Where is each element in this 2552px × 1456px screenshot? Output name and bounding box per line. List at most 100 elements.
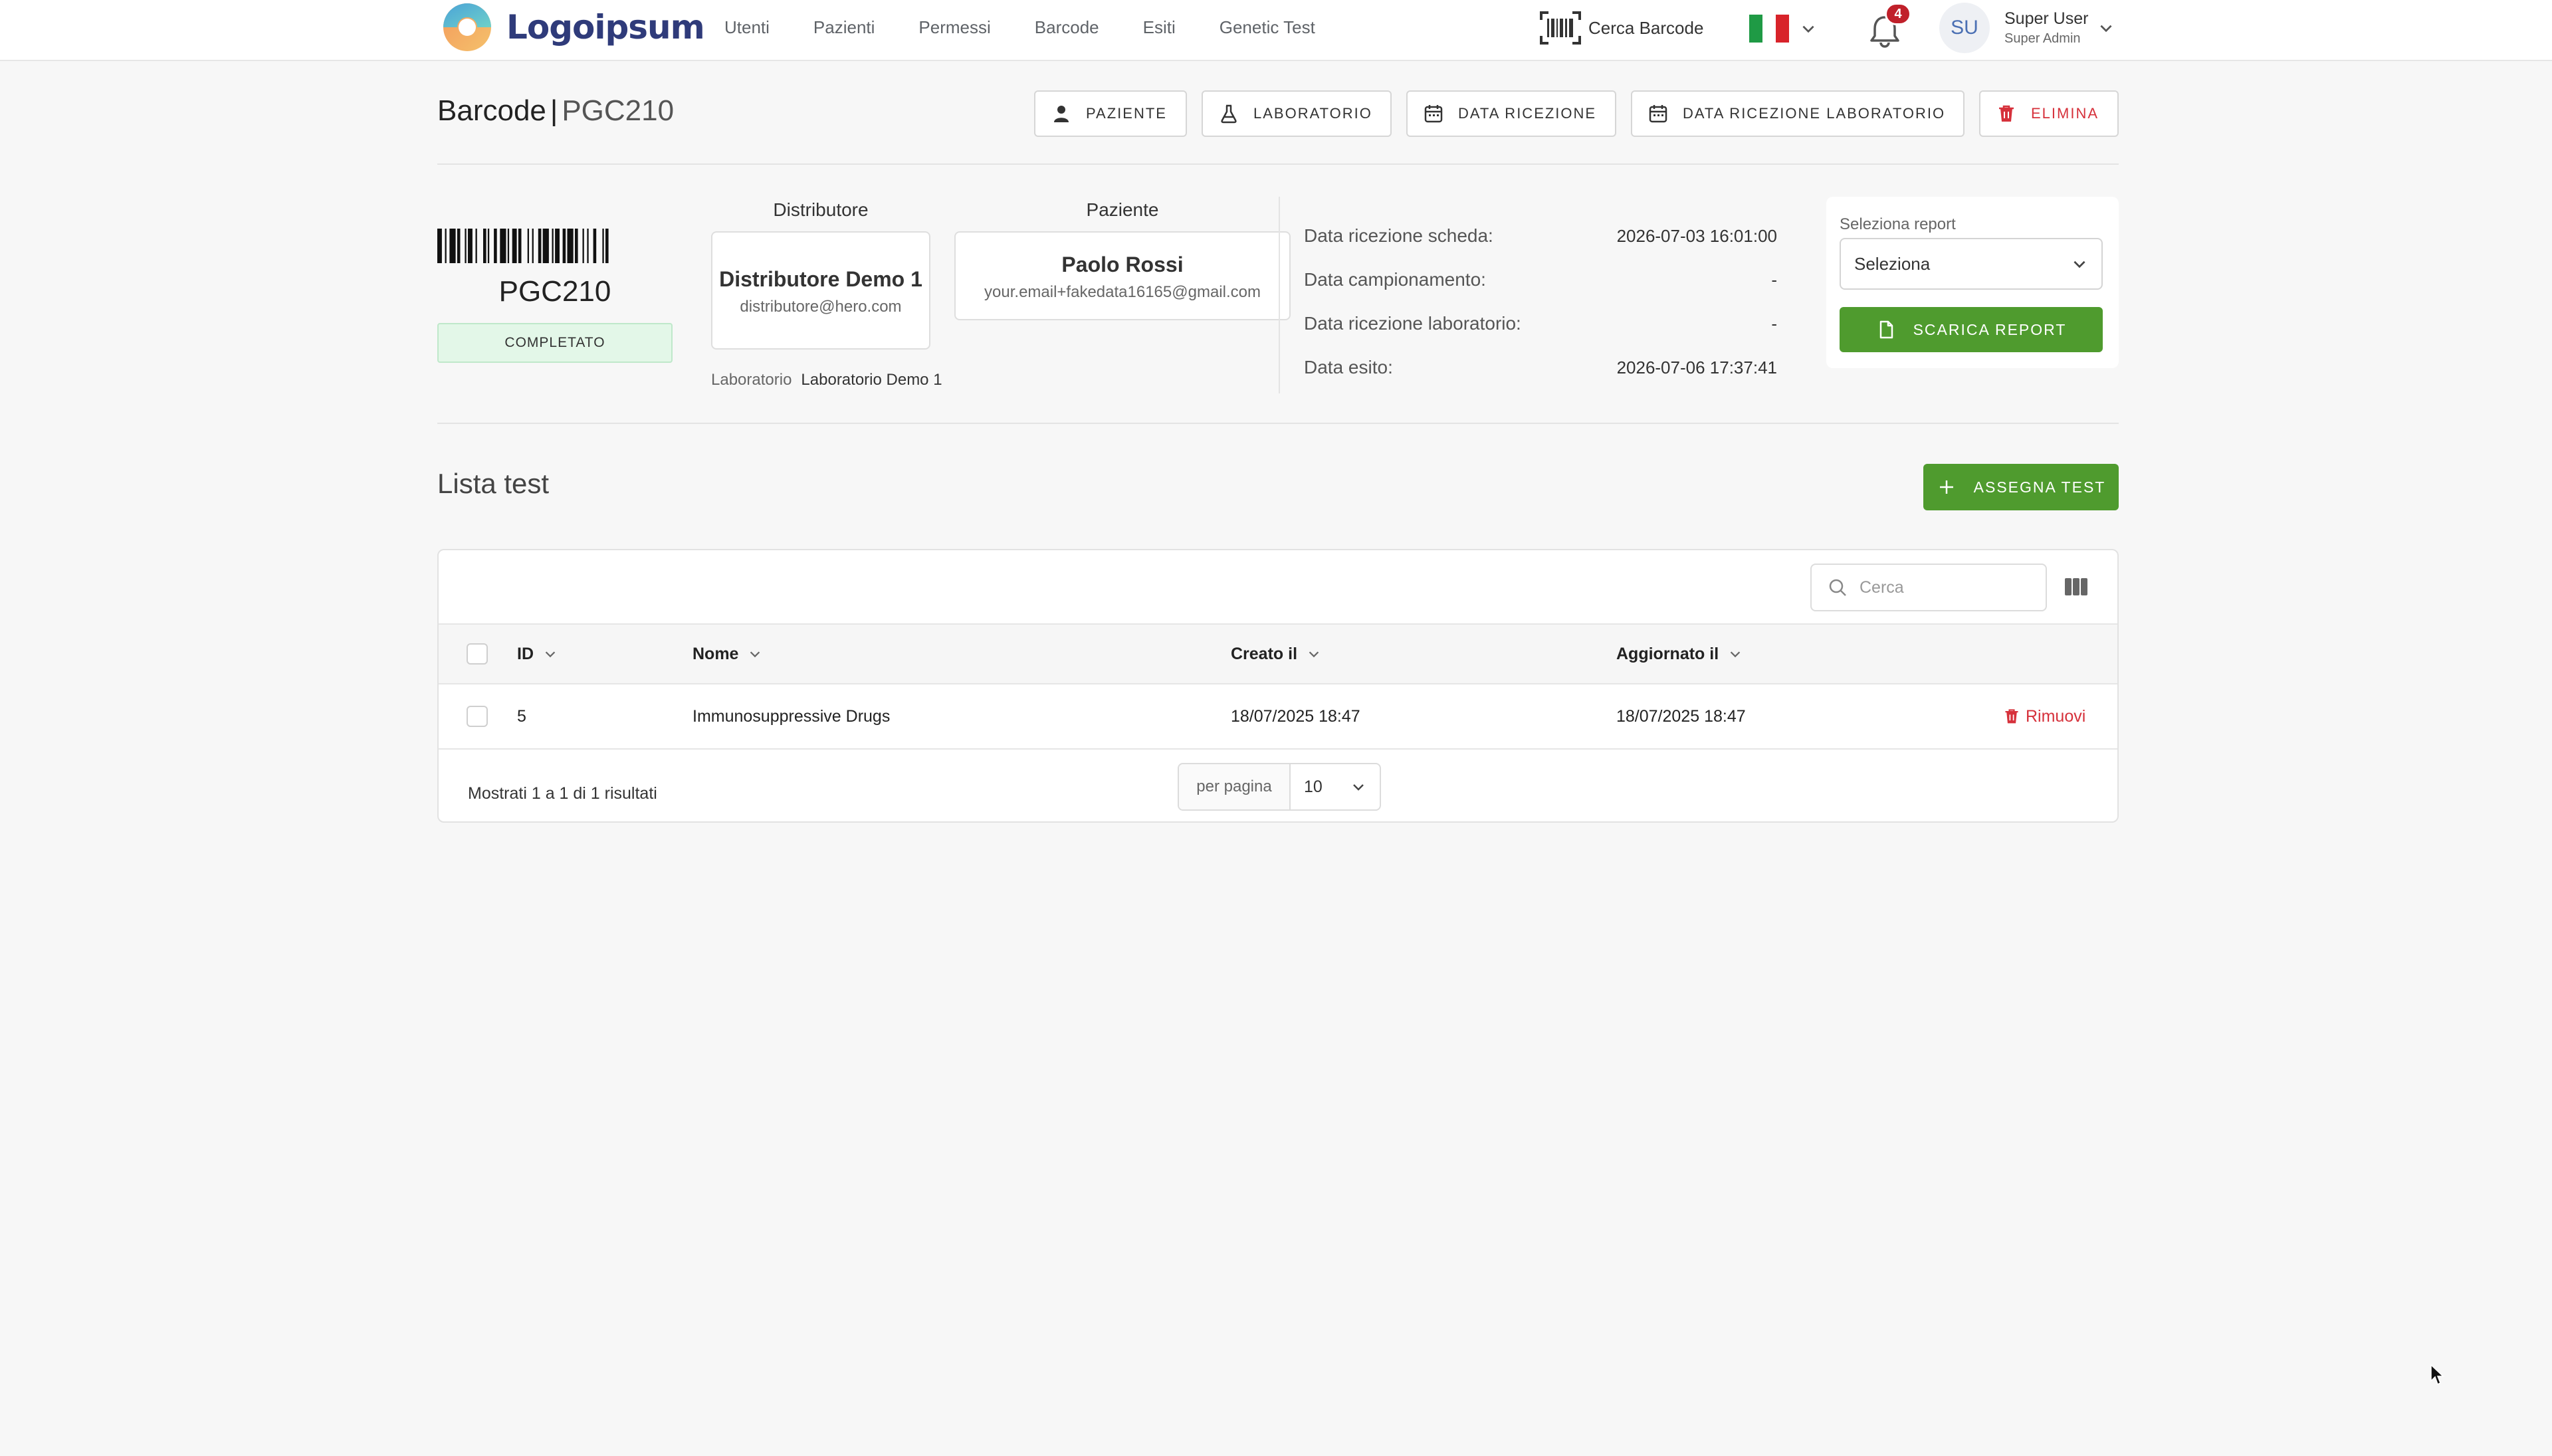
remove-button[interactable]: Rimuovi xyxy=(2003,707,2085,726)
laboratorio-button-label: LABORATORIO xyxy=(1253,105,1372,122)
paziente-name: Paolo Rossi xyxy=(1061,253,1184,276)
paziente-button-label: PAZIENTE xyxy=(1086,105,1167,122)
column-header-id[interactable]: ID xyxy=(517,625,558,683)
remove-label: Rimuovi xyxy=(2026,706,2086,726)
remove-cell: Rimuovi xyxy=(2003,684,2085,748)
date-value: 2026-07-03 16:01:00 xyxy=(1616,225,1777,246)
sort-chevron-icon xyxy=(1309,651,1319,658)
chevron-down-icon xyxy=(1802,25,1814,33)
barcode-stripe xyxy=(605,229,609,263)
select-all-checkbox[interactable] xyxy=(467,643,488,665)
barcode-scan-icon xyxy=(1540,11,1581,45)
elimina-button[interactable]: ELIMINA xyxy=(1979,90,2119,137)
data-ricezione-button[interactable]: DATA RICEZIONE xyxy=(1406,90,1616,137)
page-title: Barcode | PGC210 xyxy=(437,94,674,128)
menu-item-barcode[interactable]: Barcode xyxy=(1035,17,1099,38)
paziente-card: Paolo Rossi your.email+fakedata16165@gma… xyxy=(954,231,1291,320)
column-header-aggiornato[interactable]: Aggiornato il xyxy=(1616,625,1743,683)
chevron-down-icon xyxy=(2074,260,2085,268)
column-header-creato[interactable]: Creato il xyxy=(1231,625,1321,683)
laboratorio-info: Laboratorio Laboratorio Demo 1 xyxy=(711,371,942,389)
barcode-stripe xyxy=(552,229,554,263)
barcode-stripe xyxy=(602,229,604,263)
calendar-icon xyxy=(1649,105,1667,123)
column-label: Creato il xyxy=(1231,644,1298,663)
calendar-icon xyxy=(1424,105,1443,123)
barcode-stripe xyxy=(487,229,490,263)
per-page-select[interactable]: 10 xyxy=(1291,764,1380,809)
dates-list: Data ricezione scheda: 2026-07-03 16:01:… xyxy=(1304,214,1777,389)
laboratorio-label: Laboratorio xyxy=(711,371,792,389)
notification-badge: 4 xyxy=(1885,3,1911,25)
per-page-value: 10 xyxy=(1304,777,1323,796)
date-row-campionamento: Data campionamento: - xyxy=(1304,258,1777,302)
column-label: ID xyxy=(517,644,534,663)
date-label: Data ricezione scheda: xyxy=(1304,225,1493,246)
header-divider xyxy=(437,163,2119,165)
table-search-input[interactable]: Cerca xyxy=(1810,564,2047,611)
pagination-summary: Mostrati 1 a 1 di 1 risultati xyxy=(468,784,657,803)
barcode-stripe xyxy=(449,229,456,263)
trash-icon xyxy=(1999,105,2014,122)
distributore-heading: Distributore xyxy=(773,199,869,220)
date-label: Data esito: xyxy=(1304,357,1393,377)
search-icon xyxy=(1829,579,1846,596)
cell-creato: 18/07/2025 18:47 xyxy=(1231,706,1360,726)
trash-icon xyxy=(2005,709,2018,724)
logo[interactable]: Logoipsum xyxy=(437,2,705,52)
chevron-down-icon xyxy=(1353,784,1364,791)
row-checkbox[interactable] xyxy=(467,706,488,727)
paziente-email: your.email+fakedata16165@gmail.com xyxy=(984,283,1261,301)
barcode-stripe xyxy=(532,229,534,263)
cell-id: 5 xyxy=(517,706,526,726)
column-header-nome[interactable]: Nome xyxy=(692,625,762,683)
cell-aggiornato: 18/07/2025 18:47 xyxy=(1616,706,1746,726)
data-ricezione-laboratorio-button-label: DATA RICEZIONE LABORATORIO xyxy=(1683,105,1946,122)
barcode-stripe xyxy=(562,229,566,263)
data-ricezione-laboratorio-button[interactable]: DATA RICEZIONE LABORATORIO xyxy=(1631,90,1965,137)
status-badge: COMPLETATO xyxy=(437,323,673,363)
language-selector[interactable] xyxy=(1749,15,1817,43)
laboratorio-button[interactable]: LABORATORIO xyxy=(1202,90,1392,137)
paziente-button[interactable]: PAZIENTE xyxy=(1034,90,1187,137)
scarica-report-button[interactable]: SCARICA REPORT xyxy=(1840,307,2103,352)
logo-text: Logoipsum xyxy=(506,8,705,47)
barcode-stripe xyxy=(527,229,529,263)
data-ricezione-button-label: DATA RICEZIONE xyxy=(1458,105,1597,122)
barcode-stripe xyxy=(542,229,549,263)
menu-item-pazienti[interactable]: Pazienti xyxy=(813,17,875,38)
barcode-stripe xyxy=(538,229,542,263)
row-select-cell xyxy=(467,684,488,748)
date-row-ricezione-laboratorio: Data ricezione laboratorio: - xyxy=(1304,302,1777,346)
barcode-stripe xyxy=(582,229,584,263)
date-label: Data ricezione laboratorio: xyxy=(1304,313,1521,334)
menu-item-permessi[interactable]: Permessi xyxy=(918,17,990,38)
date-value: - xyxy=(1771,269,1777,290)
menu-item-genetic-test[interactable]: Genetic Test xyxy=(1220,17,1315,38)
table-header: ID Nome Creato il Aggiornato il xyxy=(439,623,2117,684)
cell-nome: Immunosuppressive Drugs xyxy=(692,706,891,726)
sort-chevron-icon xyxy=(750,651,760,658)
menu-item-esiti[interactable]: Esiti xyxy=(1143,17,1176,38)
barcode-stripe xyxy=(507,229,510,263)
barcode-code: PGC210 xyxy=(498,275,611,308)
column-label: Aggiornato il xyxy=(1616,644,1719,663)
logo-icon xyxy=(443,3,491,51)
section-title: Lista test xyxy=(437,468,550,499)
date-row-ricezione-scheda: Data ricezione scheda: 2026-07-03 16:01:… xyxy=(1304,214,1777,258)
barcode-stripe xyxy=(457,229,461,263)
report-select-label: Seleziona report xyxy=(1840,215,1956,233)
user-menu[interactable]: SU Super User Super Admin xyxy=(1939,3,2115,53)
barcode-stripe xyxy=(475,229,477,263)
barcode-stripe xyxy=(494,229,497,263)
menu-item-utenti[interactable]: Utenti xyxy=(724,17,770,38)
barcode-search-label: Cerca Barcode xyxy=(1588,17,1704,38)
columns-icon[interactable] xyxy=(2064,577,2088,597)
barcode-search-button[interactable]: Cerca Barcode xyxy=(1539,11,1703,45)
chevron-down-icon xyxy=(2100,25,2112,33)
report-panel: Seleziona report Seleziona SCARICA REPOR… xyxy=(1826,197,2119,368)
report-select[interactable]: Seleziona xyxy=(1840,238,2103,290)
assegna-test-button[interactable]: ASSEGNA TEST xyxy=(1923,464,2119,510)
user-info: Super User Super Admin xyxy=(2004,9,2088,47)
distributore-card: Distributore Demo 1 distributore@hero.co… xyxy=(711,231,930,350)
